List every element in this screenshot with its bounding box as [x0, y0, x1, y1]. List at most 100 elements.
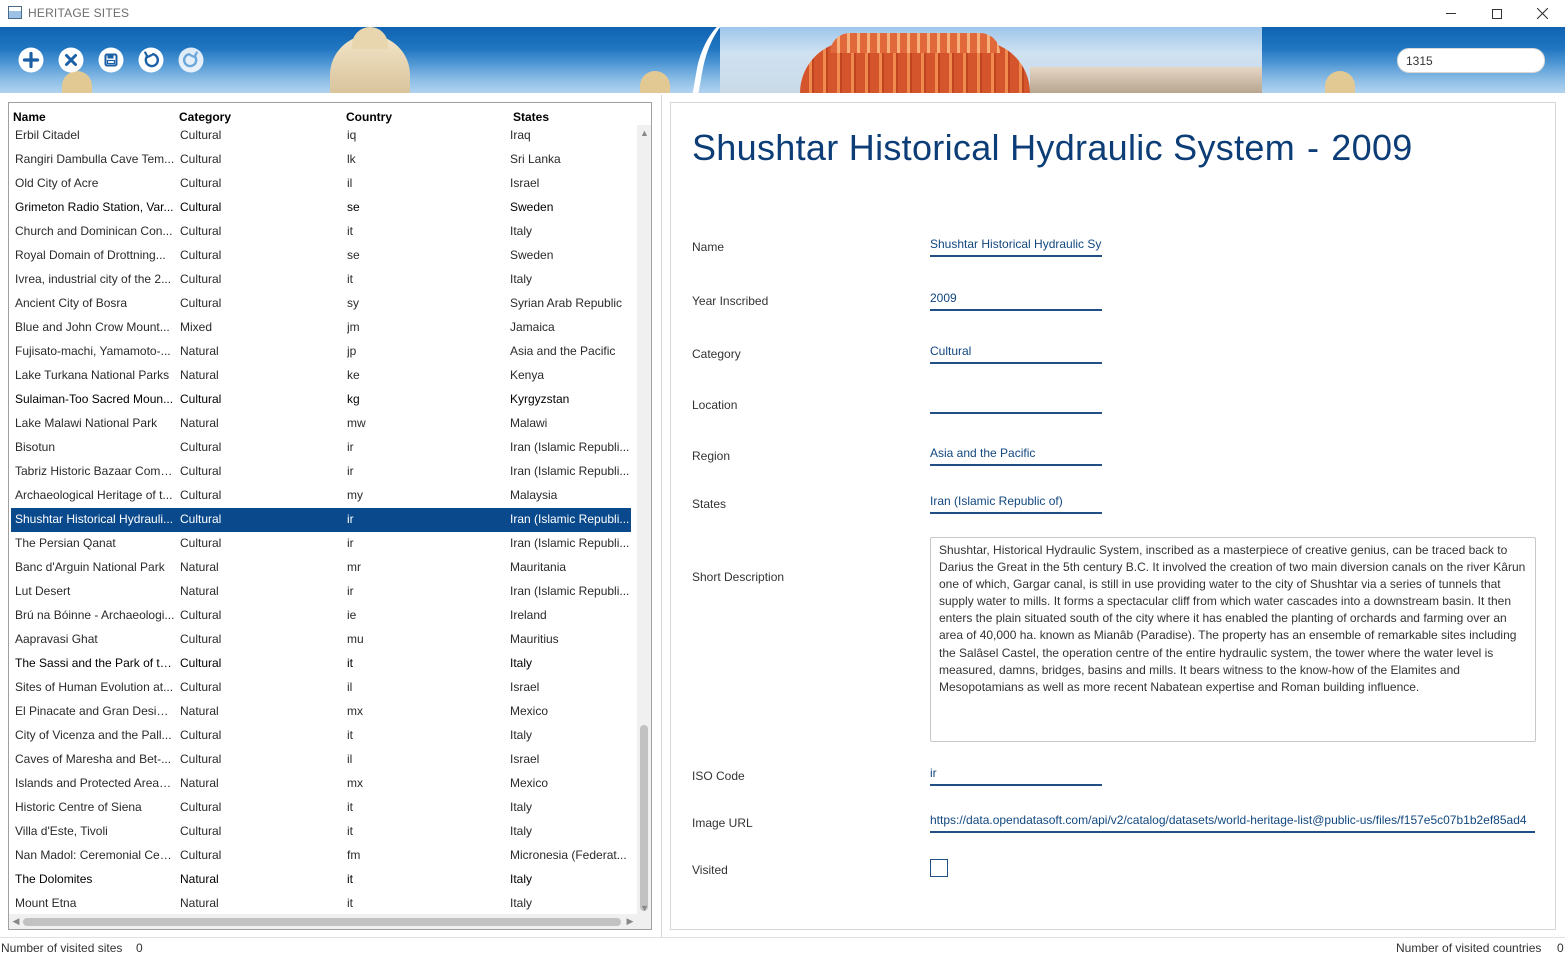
table-row[interactable]: Historic Centre of Siena Cultural it Italy: [11, 796, 631, 820]
cell-category: Cultural: [180, 824, 222, 838]
table-row[interactable]: El Pinacate and Gran Desiert... Natural mx…: [11, 700, 631, 724]
search-input[interactable]: [1397, 48, 1545, 73]
detail-title: Shushtar Historical Hydraulic System -200…: [692, 127, 1413, 169]
table-row[interactable]: Ivrea, industrial city of the 2... Cultur…: [11, 268, 631, 292]
table-row[interactable]: Lake Malawi National Park Natural mw Malawi: [11, 412, 631, 436]
cell-states: Syrian Arab Republic: [510, 296, 623, 310]
cell-category: Cultural: [180, 152, 222, 166]
panel-splitter[interactable]: [661, 95, 662, 940]
column-header-name[interactable]: Name: [13, 110, 46, 124]
cell-category: Cultural: [180, 272, 222, 286]
short-description-textarea[interactable]: Shushtar, Historical Hydraulic System, i…: [930, 537, 1536, 742]
table-row[interactable]: Sites of Human Evolution at... Cultural il…: [11, 676, 631, 700]
cell-name: Lut Desert: [15, 584, 71, 598]
table-row[interactable]: Lake Turkana National Parks Natural ke Keny…: [11, 364, 631, 388]
visited-checkbox[interactable]: [930, 859, 948, 877]
cell-category: Natural: [180, 584, 219, 598]
horizontal-scroll-thumb[interactable]: [23, 918, 621, 926]
table-row[interactable]: Rangiri Dambulla Cave Tem... Cultural lk Sr…: [11, 148, 631, 172]
cell-country: my: [347, 488, 363, 502]
table-row[interactable]: Old City of Acre Cultural il Israel: [11, 172, 631, 196]
cell-states: Italy: [510, 728, 533, 742]
redo-button[interactable]: [178, 47, 204, 73]
visited-countries-count: 0: [1557, 941, 1564, 955]
image-url-field[interactable]: https://data.opendatasoft.com/api/v2/cat…: [930, 811, 1535, 833]
cell-states: Malaysia: [510, 488, 558, 502]
table-row[interactable]: Caves of Maresha and Bet-... Cultural il Is…: [11, 748, 631, 772]
iso-code-field[interactable]: ir: [930, 764, 1102, 786]
table-row[interactable]: Tabriz Historic Bazaar Comp... Cultural ir…: [11, 460, 631, 484]
table-row[interactable]: Villa d'Este, Tivoli Cultural it Italy: [11, 820, 631, 844]
table-row[interactable]: Fujisato-machi, Yamamoto-... Natural jp Asi…: [11, 340, 631, 364]
minimize-button[interactable]: [1428, 0, 1474, 27]
table-row[interactable]: Sulaiman-Too Sacred Moun... Cultural kg Kyr…: [11, 388, 631, 412]
maximize-button[interactable]: [1474, 0, 1520, 27]
banner-tower-dome: [352, 27, 388, 49]
region-field[interactable]: Asia and the Pacific: [930, 444, 1102, 466]
column-header-country[interactable]: Country: [346, 110, 392, 124]
visited-sites-label: Number of visited sites: [1, 941, 123, 955]
add-button[interactable]: [18, 47, 44, 73]
cell-states: Iran (Islamic Republi...: [510, 440, 630, 454]
table-row[interactable]: The Persian Qanat Cultural ir Iran (Islamic…: [11, 532, 631, 556]
cell-name: Caves of Maresha and Bet-...: [15, 752, 172, 766]
table-row[interactable]: Ancient City of Bosra Cultural sy Syrian Ar…: [11, 292, 631, 316]
redo-icon: [178, 47, 204, 73]
delete-button[interactable]: [58, 47, 84, 73]
cell-name: The Dolomites: [15, 872, 93, 886]
short-description-label: Short Description: [692, 570, 785, 584]
minimize-icon: [1446, 13, 1456, 14]
table-row[interactable]: Bisotun Cultural ir Iran (Islamic Republi..…: [11, 436, 631, 460]
table-row[interactable]: Banc d'Arguin National Park Natural mr Maur…: [11, 556, 631, 580]
year-field[interactable]: 2009: [930, 289, 1102, 311]
table-row[interactable]: Nan Madol: Ceremonial Cen... Cultural fm Mi…: [11, 844, 631, 868]
cell-country: jm: [347, 320, 360, 334]
table-row[interactable]: Royal Domain of Drottning... Cultural se Sw…: [11, 244, 631, 268]
scroll-down-icon[interactable]: ▼: [637, 900, 651, 915]
table-row[interactable]: Lut Desert Natural ir Iran (Islamic Republi…: [11, 580, 631, 604]
column-header-category[interactable]: Category: [179, 110, 231, 124]
table-row[interactable]: Blue and John Crow Mount... Mixed jm Jamaic…: [11, 316, 631, 340]
cell-name: Fujisato-machi, Yamamoto-...: [15, 344, 171, 358]
sites-list[interactable]: Name Category Country States Erbil Citad…: [8, 102, 652, 930]
table-row[interactable]: Church and Dominican Con... Cultural it Ita…: [11, 220, 631, 244]
table-row[interactable]: Archaeological Heritage of t... Cultural m…: [11, 484, 631, 508]
table-row[interactable]: Aapravasi Ghat Cultural mu Mauritius: [11, 628, 631, 652]
cell-states: Mexico: [510, 776, 549, 790]
list-header: Name Category Country States: [9, 103, 639, 125]
scroll-right-icon[interactable]: ▶: [623, 914, 637, 929]
cell-states: Ireland: [510, 608, 547, 622]
undo-button[interactable]: [138, 47, 164, 73]
cell-category: Cultural: [180, 392, 222, 406]
category-field[interactable]: Cultural: [930, 342, 1102, 364]
visited-countries-label: Number of visited countries: [1396, 941, 1542, 955]
close-window-button[interactable]: [1519, 0, 1565, 27]
visited-sites-count: 0: [136, 941, 143, 955]
scroll-left-icon[interactable]: ◀: [9, 914, 23, 929]
table-row[interactable]: Brú na Bóinne - Archaeologi... Cultural ie…: [11, 604, 631, 628]
cell-name: Islands and Protected Areas...: [15, 776, 175, 790]
table-row[interactable]: Mount Etna Natural it Italy: [11, 892, 631, 916]
table-row[interactable]: City of Vicenza and the Pall... Cultural i…: [11, 724, 631, 748]
column-header-states[interactable]: States: [513, 110, 549, 124]
table-row[interactable]: Shushtar Historical Hydrauli... Cultural i…: [11, 508, 631, 532]
table-row[interactable]: The Sassi and the Park of th... Cultural i…: [11, 652, 631, 676]
name-field[interactable]: Shushtar Historical Hydraulic System: [930, 235, 1102, 257]
vertical-scrollbar[interactable]: ▲ ▼: [637, 125, 651, 929]
table-row[interactable]: Grimeton Radio Station, Var... Cultural se…: [11, 196, 631, 220]
location-field[interactable]: [930, 392, 1102, 414]
states-field[interactable]: Iran (Islamic Republic of): [930, 492, 1102, 514]
table-row[interactable]: Erbil Citadel Cultural iq Iraq: [11, 124, 631, 148]
horizontal-scrollbar[interactable]: ◀ ▶: [9, 914, 637, 929]
scroll-up-icon[interactable]: ▲: [637, 125, 651, 140]
cell-states: Israel: [510, 176, 540, 190]
save-button[interactable]: [98, 47, 124, 73]
cell-category: Cultural: [180, 752, 222, 766]
cell-name: Ancient City of Bosra: [15, 296, 128, 310]
cell-category: Natural: [180, 344, 219, 358]
table-row[interactable]: Islands and Protected Areas... Natural mx M…: [11, 772, 631, 796]
table-row[interactable]: The Dolomites Natural it Italy: [11, 868, 631, 892]
cell-country: mw: [347, 416, 366, 430]
detail-panel: Shushtar Historical Hydraulic System -200…: [670, 102, 1556, 930]
vertical-scroll-thumb[interactable]: [640, 725, 648, 911]
